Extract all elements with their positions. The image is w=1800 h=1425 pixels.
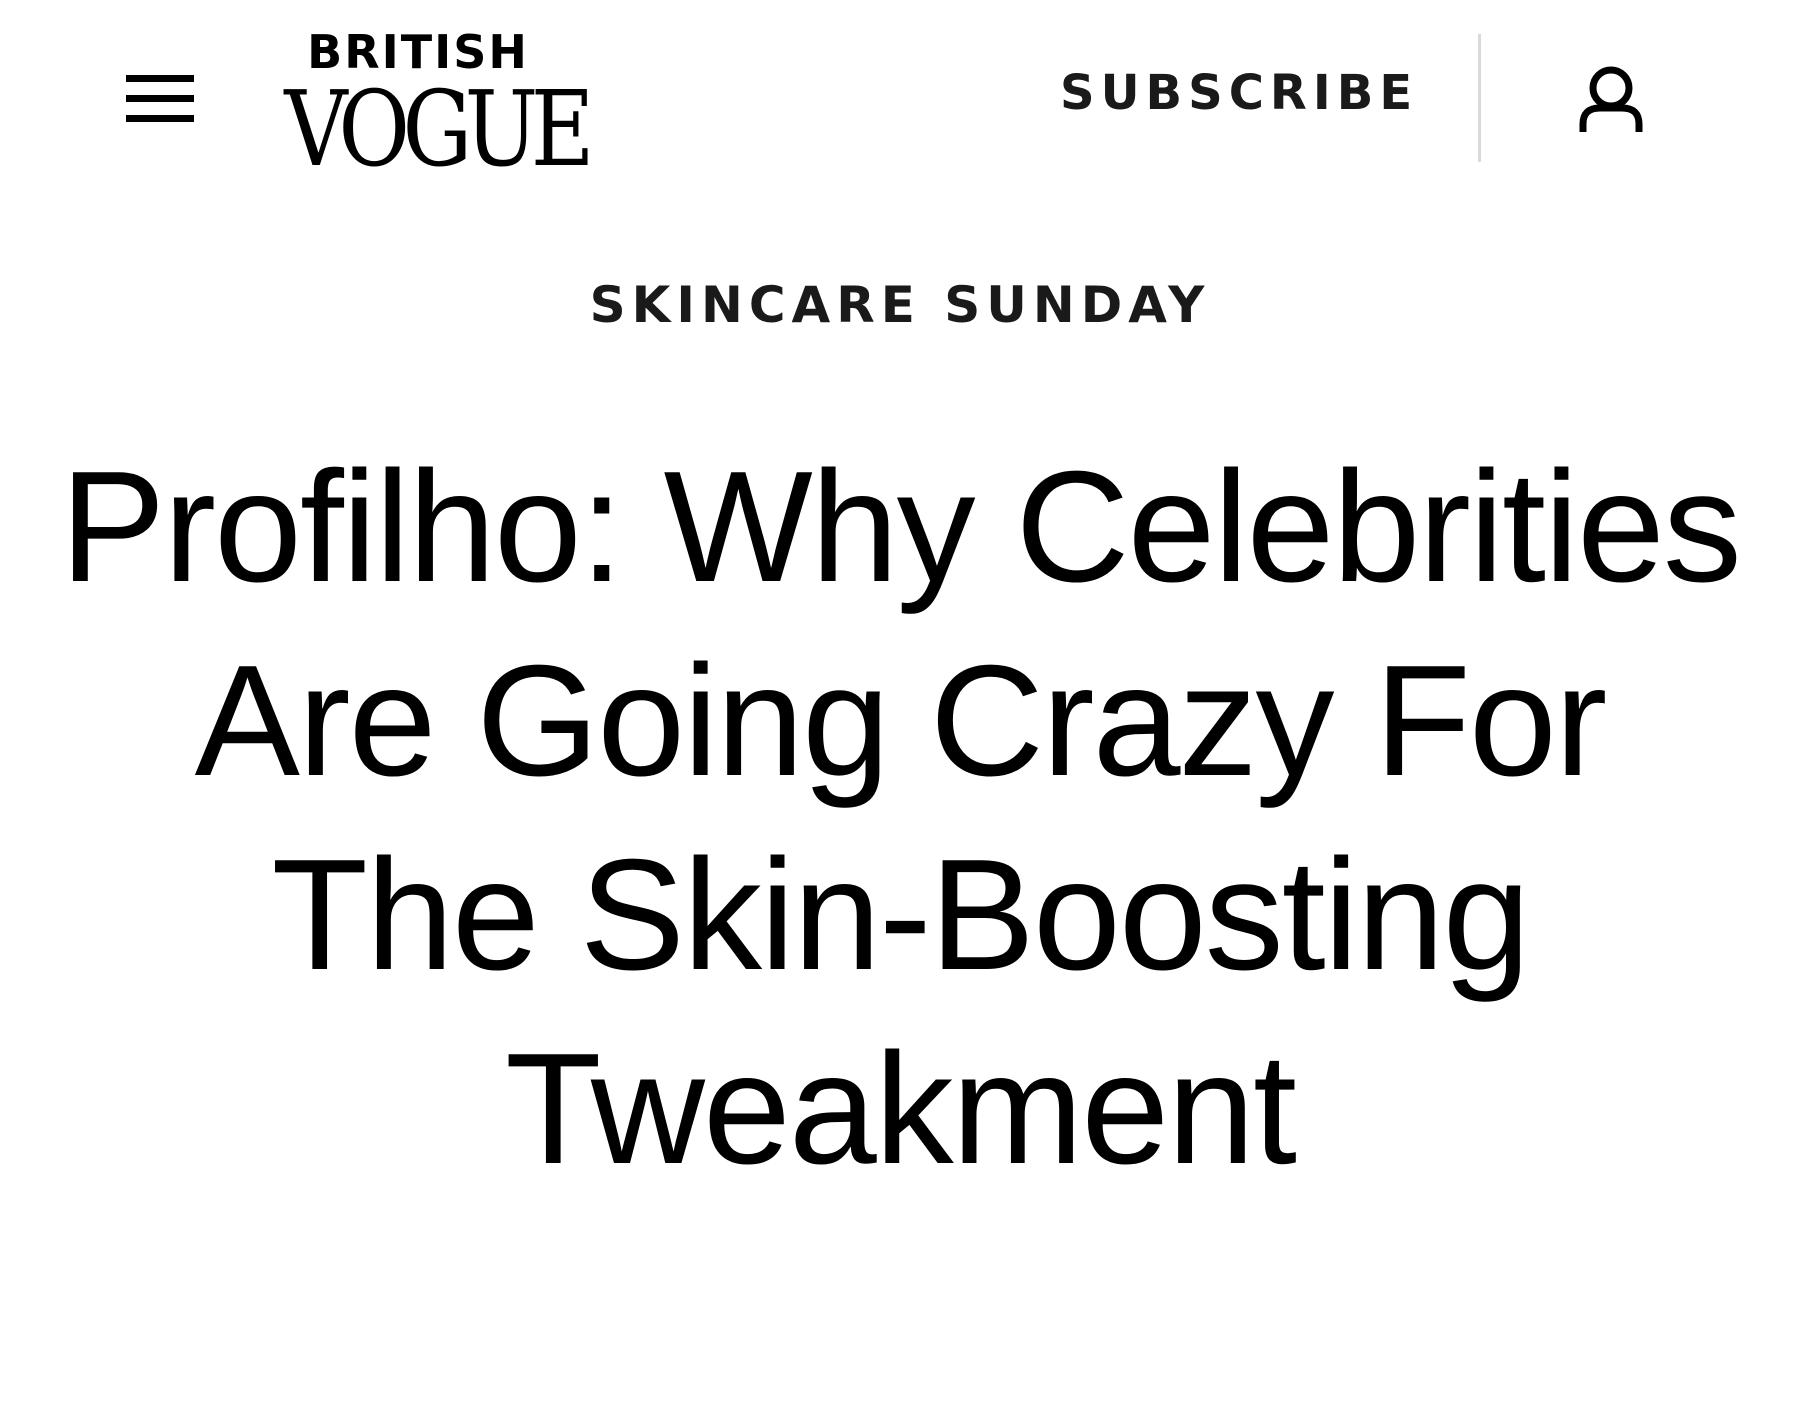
account-button[interactable] <box>1578 64 1644 134</box>
article-rubric[interactable]: SKINCARE SUNDAY <box>0 270 1800 340</box>
british-vogue-logo[interactable]: BRITISH VOGUE <box>258 24 594 184</box>
hamburger-menu-icon-line <box>126 115 194 122</box>
subscribe-link[interactable]: SUBSCRIBE <box>1060 58 1420 128</box>
hamburger-menu-icon-line <box>126 95 194 102</box>
logo-vogue-text: VOGUE <box>284 68 594 190</box>
menu-button[interactable] <box>126 72 194 124</box>
header-divider <box>1478 34 1481 162</box>
hamburger-menu-icon <box>126 75 194 82</box>
user-account-icon <box>1579 66 1643 132</box>
article-headline: Profilho: Why Celebrities Are Going Craz… <box>60 439 1742 1197</box>
